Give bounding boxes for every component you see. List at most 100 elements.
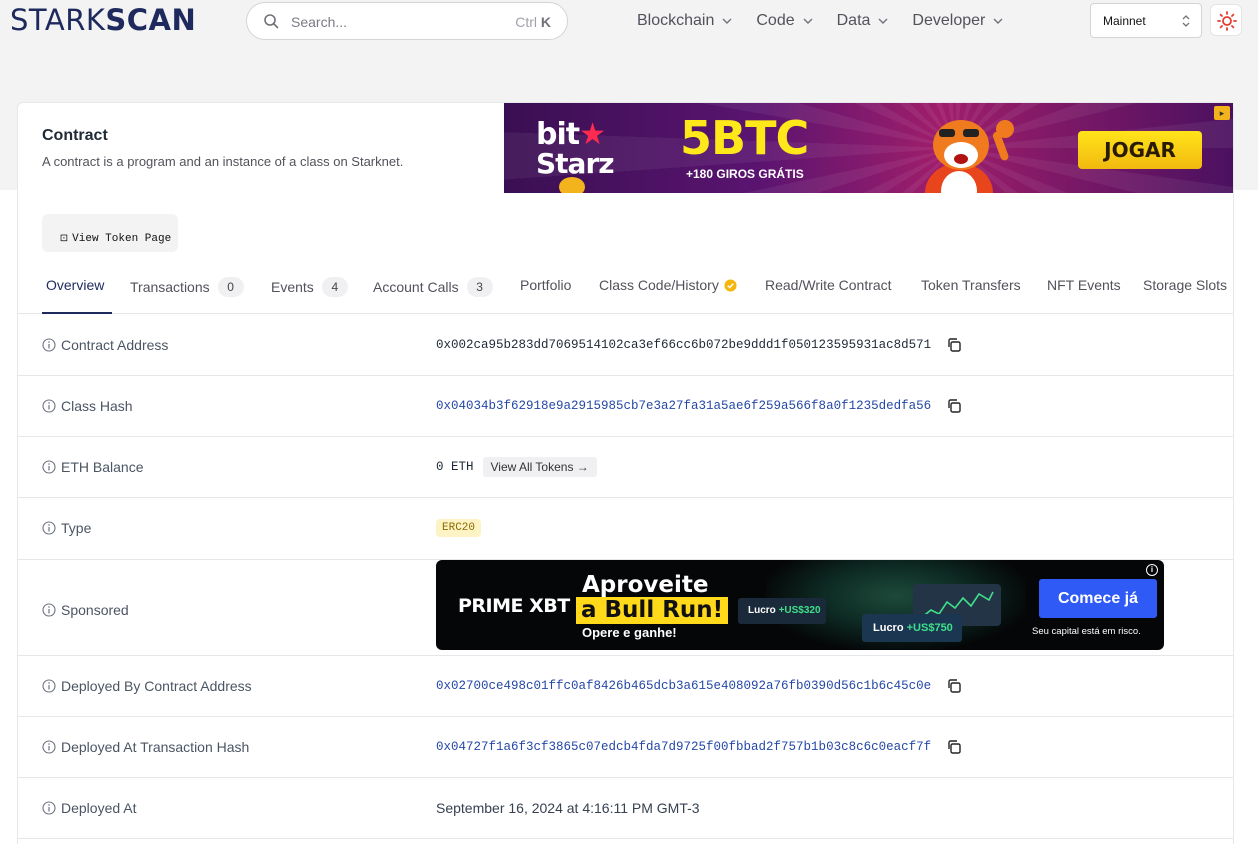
tab-count-badge: 3 [466,277,493,297]
nav-blockchain[interactable]: Blockchain [637,12,732,30]
tab-token-transfers[interactable]: Token Transfers [921,277,1021,293]
view-all-tokens-button[interactable]: View All Tokens → [482,457,597,477]
class-hash-value: 0x04034b3f62918e9a2915985cb7e3a27fa31a5a… [436,398,962,414]
view-token-page-button[interactable]: ⊡ View Token Page [42,214,178,252]
pill-label: Lucro [873,622,904,634]
contract-tabs: Overview Transactions 0 Events 4 Account C… [18,266,1233,314]
info-icon [42,679,56,693]
ad-info-icon[interactable]: i [1146,564,1158,576]
info-icon [42,399,56,413]
copy-icon[interactable] [946,678,962,694]
nav-data[interactable]: Data [837,12,889,30]
search-icon [264,14,279,29]
copy-icon[interactable] [946,739,962,755]
row-label: Contract Address [42,337,168,353]
type-badge: ERC20 [436,519,482,537]
contract-card: Contract A contract is a program and an … [17,102,1234,844]
tab-portfolio[interactable]: Portfolio [520,277,571,293]
tab-nft-events[interactable]: NFT Events [1047,277,1121,293]
logo-bold-text: SCAN [105,3,197,37]
tiger-mascot-illustration [925,120,1014,193]
label-text: Class Hash [61,398,133,414]
ad-cta-button[interactable]: Comece já [1039,579,1157,618]
row-label: Deployed By Contract Address [42,678,252,694]
verified-check-icon [724,278,737,292]
row-contract-address: Contract Address 0x002ca95b283dd70695141… [18,315,1233,376]
deployed-by-value: 0x02700ce498c01ffc0af8426b465dcb3a615e40… [436,678,962,694]
shortcut-key: K [540,14,551,30]
tab-transactions[interactable]: Transactions 0 [130,277,244,297]
tab-label: Read/Write Contract [765,277,892,293]
info-icon [42,521,56,535]
label-text: Contract Address [61,337,169,353]
ad-subtext: +180 GIROS GRÁTIS [686,167,804,181]
search-shortcut: Ctrl K [515,14,551,30]
label-text: ETH Balance [61,459,144,475]
logo-light-text: STARK [10,3,106,37]
updown-chevron-icon [1182,15,1190,27]
sun-icon [1217,11,1237,31]
tab-overview[interactable]: Overview [46,277,104,293]
token-icon: ⊡ [59,234,69,245]
main-nav: Blockchain Code Data Developer [637,12,1027,30]
nav-label: Code [756,12,795,29]
pill-value: +US$750 [906,622,953,634]
nav-label: Data [836,12,871,29]
tab-label: Transactions [130,279,210,295]
tx-hash-link[interactable]: 0x04727f1a6f3cf3865c07edcb4fda7d9725f00f… [436,740,931,754]
chevron-down-icon [993,18,1003,24]
copy-icon[interactable] [946,337,962,353]
row-type: Type ERC20 [18,498,1233,560]
info-icon [42,460,56,474]
tab-label: Class Code/History [599,277,719,293]
tab-count-badge: 0 [217,277,244,297]
tab-read-write-contract[interactable]: Read/Write Contract [765,277,892,293]
tab-count-badge: 4 [321,277,348,297]
deployed-date: September 16, 2024 at 4:16:11 PM GMT-3 [436,800,700,816]
ad-headline-line3: Opere e ganhe! [582,625,677,640]
ad-headline: 5BTC [680,111,809,165]
network-select[interactable]: Mainnet [1090,3,1202,38]
row-class-hash: Class Hash 0x04034b3f62918e9a2915985cb7e… [18,376,1233,437]
row-label: Class Hash [42,398,133,414]
tab-label: Account Calls [373,279,459,295]
token-button-label: View Token Page [72,233,172,245]
page-title: Contract [42,127,108,144]
bitstarz-ad-banner[interactable]: bit★ Starz 5BTC +180 GIROS GRÁTIS JOGAR … [504,103,1233,193]
label-text: Deployed At Transaction Hash [61,739,250,755]
starkscan-logo[interactable]: STARKSCAN [10,3,196,37]
nav-label: Blockchain [637,12,715,29]
row-deployed-tx: Deployed At Transaction Hash 0x04727f1a6… [18,717,1233,778]
page-subtitle: A contract is a program and an instance … [42,154,404,169]
tab-storage-slots[interactable]: Storage Slots [1143,277,1227,293]
deployer-address-link[interactable]: 0x02700ce498c01ffc0af8426b465dcb3a615e40… [436,679,931,693]
theme-toggle-button[interactable] [1210,4,1242,36]
class-hash-link[interactable]: 0x04034b3f62918e9a2915985cb7e3a27fa31a5a… [436,399,931,413]
tab-label: Storage Slots [1143,277,1228,293]
nav-developer[interactable]: Developer [912,12,1003,30]
row-eth-balance: ETH Balance 0 ETH View All Tokens → [18,437,1233,498]
tab-events[interactable]: Events 4 [271,277,348,297]
tab-account-calls[interactable]: Account Calls 3 [373,277,493,297]
nav-code[interactable]: Code [756,12,813,30]
info-icon [42,801,56,815]
row-sponsored: Sponsored PRIME XBT Aproveite a Bull Run… [18,560,1233,656]
ad-brand-logo: PRIME XBT [458,595,570,617]
ad-brand-line2: Starz [536,147,615,180]
ad-choices-icon[interactable]: ▸ [1214,106,1230,120]
copy-icon[interactable] [946,398,962,414]
primexbt-ad-banner[interactable]: PRIME XBT Aproveite a Bull Run! Opere e … [436,560,1164,650]
active-tab-indicator [42,312,112,314]
search-input[interactable] [291,11,491,33]
search-box[interactable]: Ctrl K [246,2,568,40]
top-header: STARKSCAN Ctrl K Blockchain Code Data De… [0,0,1258,44]
info-icon [42,603,56,617]
row-label: Deployed At [42,800,137,816]
row-label: Type [42,520,91,536]
row-deployed-at: Deployed At September 16, 2024 at 4:16:1… [18,778,1233,839]
ad-cta-button[interactable]: JOGAR [1078,131,1202,169]
info-icon [42,338,56,352]
row-label: ETH Balance [42,459,143,475]
label-text: Deployed At [61,800,137,816]
tab-class-code-history[interactable]: Class Code/History [599,277,737,293]
